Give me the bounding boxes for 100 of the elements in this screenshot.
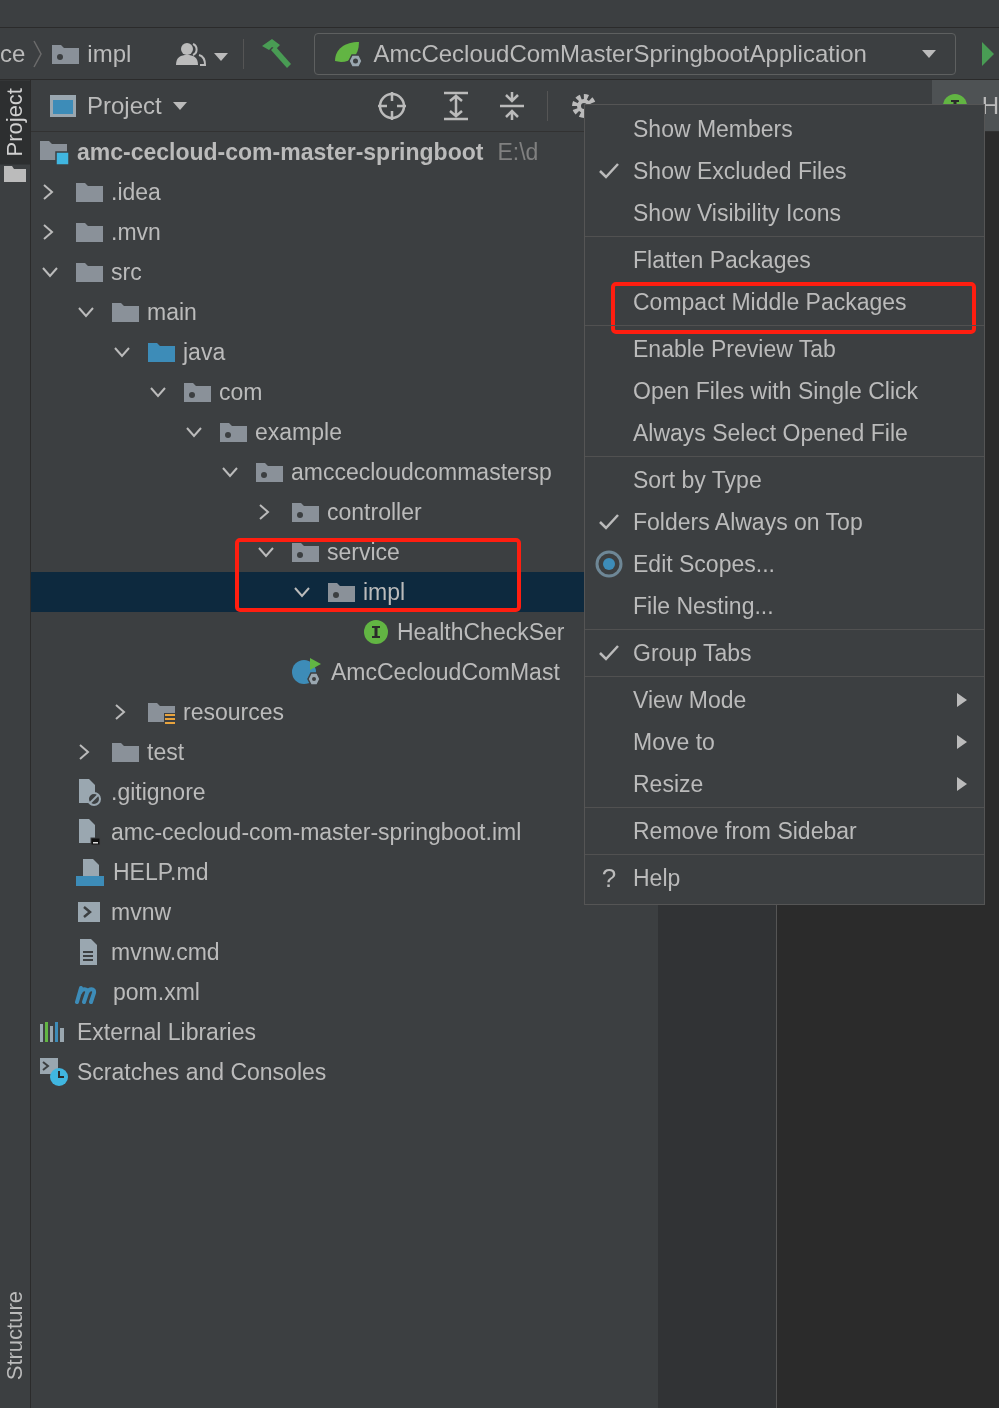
breadcrumb[interactable]: ce — [0, 39, 26, 68]
tree-row[interactable]: .mvn — [31, 212, 585, 252]
tree-item-label: impl — [363, 578, 406, 606]
tree-row[interactable]: mvnw — [31, 892, 585, 932]
package-folder-icon — [291, 540, 319, 564]
tree-row[interactable]: test — [31, 732, 585, 772]
menu-item[interactable]: Move to — [585, 721, 984, 763]
caret-icon — [213, 51, 230, 62]
tree-item-label: Scratches and Consoles — [77, 1058, 327, 1086]
run-configuration-dropdown[interactable]: AmcCecloudComMasterSpringbootApplication — [314, 32, 957, 75]
tree-row[interactable]: HELP.md — [31, 852, 585, 892]
menu-item[interactable]: Show Excluded Files — [585, 150, 984, 192]
help-icon: ? — [601, 862, 617, 894]
package-folder-icon — [291, 500, 319, 524]
tree-row[interactable]: .idea — [31, 172, 585, 212]
tree-row[interactable]: pom.xml — [31, 972, 585, 1012]
menu-item[interactable]: Always Select Opened File — [585, 412, 984, 454]
project-tool-tab[interactable]: Project — [0, 80, 30, 165]
dropdown-caret-icon — [921, 48, 938, 59]
menu-item[interactable]: Open Files with Single Click — [585, 370, 984, 412]
tree-row[interactable]: service — [31, 532, 585, 572]
tree-item-label: HELP.md — [113, 858, 209, 886]
menu-item[interactable]: Folders Always on Top — [585, 501, 984, 543]
terminal-file-icon — [75, 900, 103, 924]
tree-item-label: .gitignore — [111, 778, 206, 806]
tree-row[interactable]: HealthCheckSer — [31, 612, 585, 652]
package-folder-icon — [255, 460, 283, 484]
tree-item-label: External Libraries — [77, 1018, 256, 1046]
tree-item-label: HealthCheckSer — [397, 618, 565, 646]
tree-row[interactable]: controller — [31, 492, 585, 532]
tree-item-label: main — [147, 298, 197, 326]
run-icon[interactable] — [982, 40, 995, 67]
menu-item[interactable]: Group Tabs — [585, 632, 984, 674]
project-path: E:\d — [497, 138, 539, 166]
tree-item-label: java — [183, 338, 226, 366]
tree-row[interactable]: amc-cecloud-com-master-springboot.iml — [31, 812, 585, 852]
package-folder-icon — [327, 580, 355, 604]
folder-icon — [75, 180, 103, 204]
menu-item[interactable]: ? Help — [585, 857, 984, 899]
tree-item-label: mvnw.cmd — [111, 938, 220, 966]
tree-item-label: amc-cecloud-com-master-springboot — [77, 138, 484, 166]
markdown-file-icon — [75, 858, 105, 886]
tree-row[interactable]: java — [31, 332, 585, 372]
breadcrumb-separator-icon — [33, 38, 44, 69]
tree-item-label: mvnw — [111, 898, 172, 926]
folder-icon — [75, 220, 103, 244]
breadcrumb[interactable]: impl — [87, 39, 132, 68]
folder-icon — [111, 740, 139, 764]
menu-item[interactable]: View Mode — [585, 679, 984, 721]
locate-icon[interactable] — [377, 90, 407, 121]
users-icon[interactable] — [175, 40, 208, 67]
tree-item-label: pom.xml — [113, 978, 200, 1006]
tree-row[interactable]: main — [31, 292, 585, 332]
tree-row[interactable]: amc-cecloud-com-master-springboot E:\d — [31, 132, 585, 172]
menu-item[interactable]: Flatten Packages — [585, 239, 984, 281]
tree-item-label: .idea — [111, 178, 161, 206]
project-window-icon — [49, 93, 77, 118]
tree-row[interactable]: resources — [31, 692, 585, 732]
menu-item[interactable]: Sort by Type — [585, 459, 984, 501]
collapse-all-icon[interactable] — [499, 90, 525, 121]
tree-row[interactable]: External Libraries — [31, 1012, 585, 1052]
menu-item[interactable]: Compact Middle Packages — [585, 281, 984, 323]
tree-item-label: service — [327, 538, 400, 566]
tree-row[interactable]: AmcCecloudComMast — [31, 652, 585, 692]
project-view-dropdown[interactable]: Project — [49, 91, 188, 120]
menu-item[interactable]: Enable Preview Tab — [585, 328, 984, 370]
module-folder-icon — [39, 139, 69, 165]
tree-item-label: com — [219, 378, 263, 406]
tree-item-label: .mvn — [111, 218, 161, 246]
scratches-icon — [39, 1057, 69, 1087]
package-folder-icon — [219, 420, 247, 444]
menu-item[interactable]: Edit Scopes... — [585, 543, 984, 585]
tree-row[interactable]: impl — [31, 572, 585, 612]
source-folder-icon — [147, 340, 175, 364]
radio-scope-icon — [595, 550, 623, 578]
tree-row[interactable]: example — [31, 412, 585, 452]
menu-item[interactable]: Show Members — [585, 108, 984, 150]
structure-tool-tab[interactable]: Structure — [0, 1282, 30, 1388]
folder-icon — [75, 260, 103, 284]
tree-item-label: example — [255, 418, 342, 446]
tree-item-label: amc-cecloud-com-master-springboot.iml — [111, 818, 522, 846]
tree-row[interactable]: amccecloudcommastersp — [31, 452, 585, 492]
spring-class-icon — [291, 657, 323, 687]
menu-item[interactable]: File Nesting... — [585, 585, 984, 627]
tree-row[interactable]: src — [31, 252, 585, 292]
expand-all-icon[interactable] — [443, 90, 469, 121]
interface-icon — [363, 619, 389, 645]
tree-item-label: test — [147, 738, 185, 766]
tree-item-label: controller — [327, 498, 422, 526]
tree-row[interactable]: mvnw.cmd — [31, 932, 585, 972]
tree-row[interactable]: .gitignore — [31, 772, 585, 812]
menu-item[interactable]: Resize — [585, 763, 984, 805]
menu-item[interactable]: Show Visibility Icons — [585, 192, 984, 234]
package-folder-icon — [183, 380, 211, 404]
menu-item[interactable]: Remove from Sidebar — [585, 810, 984, 852]
tree-row[interactable]: com — [31, 372, 585, 412]
tree-item-label: amccecloudcommastersp — [291, 458, 552, 486]
tree-item-label: AmcCecloudComMast — [331, 658, 560, 686]
tree-row[interactable]: Scratches and Consoles — [31, 1052, 585, 1092]
caret-icon — [171, 100, 188, 111]
